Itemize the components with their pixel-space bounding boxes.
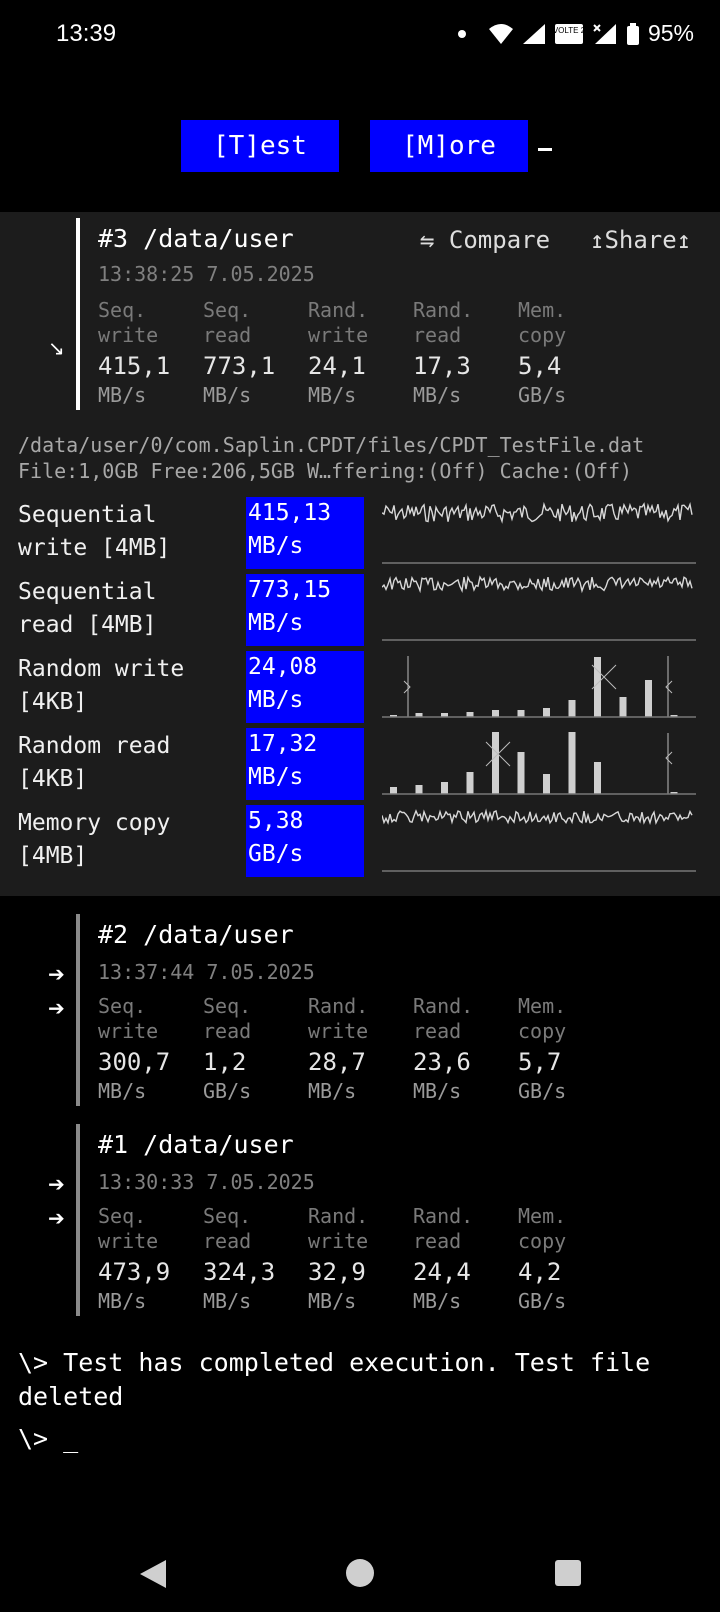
volte-icon: VOLTE 2 — [554, 23, 584, 44]
result-card-history[interactable]: #1 /data/user 13:30:33 7.05.2025 Seq. wri… — [76, 1124, 716, 1316]
share-button[interactable]: ↥Share↥ — [590, 226, 691, 254]
metric-rand-read: Rand. read 23,6 MB/s — [413, 994, 474, 1103]
metric-seq-write: Seq. write 415,1 MB/s — [98, 298, 171, 407]
test-button[interactable]: [T]est — [181, 120, 339, 172]
arrow-right-icon: ➔ — [48, 1206, 65, 1230]
back-icon[interactable] — [138, 1558, 168, 1590]
wifi-icon — [488, 23, 513, 44]
signal-2-icon — [593, 23, 616, 44]
histogram-bar — [517, 710, 525, 717]
signal-icon — [522, 23, 545, 44]
result-title: #1 /data/user — [98, 1130, 294, 1159]
result-timestamp: 13:37:44 7.05.2025 — [98, 960, 315, 984]
arrow-down-right-icon: ↘ — [48, 336, 65, 360]
navigation-bar — [0, 1530, 720, 1612]
console-message: \> Test has completed execution. Test fi… — [18, 1348, 651, 1411]
metric-mem-copy: Mem. copy 5,7 GB/s — [518, 994, 567, 1103]
metric-seq-read: Seq. read 1,2 GB/s — [203, 994, 252, 1103]
histogram-bar — [466, 772, 474, 794]
histogram-bar — [415, 785, 423, 794]
histogram-bar — [492, 732, 499, 794]
metric-mem-copy: Mem. copy 4,2 GB/s — [518, 1204, 567, 1313]
home-icon[interactable] — [345, 1558, 375, 1588]
metric-rand-write: Rand. write 32,9 MB/s — [308, 1204, 369, 1313]
mem-copy-graph — [382, 808, 696, 872]
arrow-right-icon: ➔ — [48, 996, 65, 1020]
entry-bar — [76, 914, 80, 1106]
metric-seq-read: Seq. read 324,3 MB/s — [203, 1204, 276, 1313]
histogram-bar — [645, 680, 652, 717]
metric-rand-write: Rand. write 24,1 MB/s — [308, 298, 369, 407]
entry-bar — [76, 1124, 80, 1316]
row-value-badge: 415,13 MB/s — [246, 497, 364, 569]
histogram-bar — [568, 700, 576, 717]
result-title: #3 /data/user — [98, 224, 294, 253]
histogram-bar — [543, 774, 550, 794]
status-bar: 13:39 VOLTE 2 95% — [0, 0, 720, 72]
cursor — [538, 148, 552, 151]
histogram-bar — [568, 732, 576, 794]
test-file-stats: File:1,0GB Free:206,5GB W…ffering:(Off) … — [18, 459, 633, 483]
battery-percent: 95% — [647, 20, 694, 46]
histogram-bar — [441, 782, 448, 794]
metric-rand-read: Rand. read 17,3 MB/s — [413, 298, 474, 407]
result-timestamp: 13:30:33 7.05.2025 — [98, 1170, 315, 1194]
result-title: #2 /data/user — [98, 920, 294, 949]
histogram-bar — [594, 657, 601, 717]
test-file-info: /data/user/0/com.Saplin.CPDT/files/CPDT_… — [18, 432, 644, 484]
row-value-badge: 17,32 MB/s — [246, 728, 364, 800]
metric-seq-write: Seq. write 473,9 MB/s — [98, 1204, 171, 1313]
seq-read-graph — [382, 575, 696, 641]
result-timestamp: 13:38:25 7.05.2025 — [98, 262, 315, 286]
more-button[interactable]: [M]ore — [370, 120, 528, 172]
row-value-badge: 5,38 GB/s — [246, 805, 364, 877]
recents-icon[interactable] — [554, 1559, 582, 1587]
status-time: 13:39 — [56, 20, 117, 47]
battery-icon — [626, 22, 639, 45]
notification-dot-icon — [457, 29, 466, 38]
status-icons: VOLTE 2 95% — [457, 20, 694, 47]
metric-mem-copy: Mem. copy 5,4 GB/s — [518, 298, 567, 407]
arrow-right-icon: ➔ — [48, 1172, 65, 1196]
metric-seq-write: Seq. write 300,7 MB/s — [98, 994, 171, 1103]
histogram-bar — [517, 752, 525, 794]
test-file-path: /data/user/0/com.Saplin.CPDT/files/CPDT_… — [18, 433, 645, 457]
histogram-bar — [492, 710, 499, 717]
result-card-history[interactable]: #2 /data/user 13:37:44 7.05.2025 Seq. wri… — [76, 914, 716, 1106]
selection-bar — [76, 218, 80, 410]
histogram-bar — [594, 762, 601, 794]
svg-text:VOLTE 2: VOLTE 2 — [554, 26, 584, 35]
histogram-bar — [619, 697, 627, 717]
metric-rand-read: Rand. read 24,4 MB/s — [413, 1204, 474, 1313]
histogram-bar — [543, 708, 550, 717]
arrow-right-icon: ➔ — [48, 962, 65, 986]
compare-button[interactable]: ⇋ Compare — [420, 226, 550, 254]
rand-read-graph — [382, 732, 696, 795]
metric-seq-read: Seq. read 773,1 MB/s — [203, 298, 276, 407]
seq-write-graph — [382, 501, 696, 564]
console-prompt[interactable]: \> _ — [18, 1424, 78, 1453]
row-value-badge: 24,08 MB/s — [246, 651, 364, 723]
rand-write-graph — [382, 656, 696, 718]
row-value-badge: 773,15 MB/s — [246, 574, 364, 646]
metric-rand-write: Rand. write 28,7 MB/s — [308, 994, 369, 1103]
histogram-bar — [390, 787, 397, 794]
